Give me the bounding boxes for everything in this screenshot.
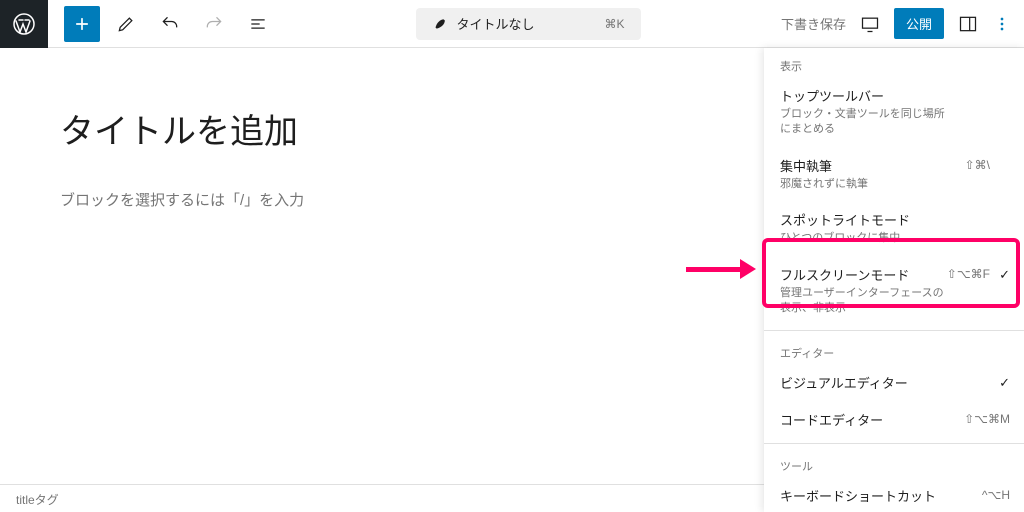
menu-divider (764, 443, 1024, 444)
menu-section-tools: ツール (764, 448, 1024, 478)
add-block-button[interactable] (64, 6, 100, 42)
menu-item-visual-editor[interactable]: ビジュアルエディター ✓ (764, 365, 1024, 402)
undo-button[interactable] (152, 6, 188, 42)
wordpress-logo[interactable] (0, 0, 48, 48)
menu-item-focus-mode[interactable]: 集中執筆 邪魔されずに執筆 ⇧⌘\ (764, 148, 1024, 202)
menu-item-fullscreen-mode[interactable]: フルスクリーンモード 管理ユーザーインターフェースの表示、非表示 ⇧⌥⌘F ✓ (764, 257, 1024, 327)
menu-item-top-toolbar[interactable]: トップツールバー ブロック・文書ツールを同じ場所にまとめる (764, 78, 1024, 148)
sidebar-icon (958, 14, 978, 34)
breadcrumb-item[interactable]: titleタグ (16, 493, 59, 507)
publish-button[interactable]: 公開 (894, 8, 944, 39)
menu-section-editor: エディター (764, 335, 1024, 365)
desktop-icon (860, 14, 880, 34)
document-title: タイトルなし (456, 14, 534, 33)
pencil-icon (116, 14, 136, 34)
preview-button[interactable] (860, 14, 880, 34)
menu-item-spotlight-mode[interactable]: スポットライトモード ひとつのブロックに集中 (764, 202, 1024, 256)
redo-button[interactable] (196, 6, 232, 42)
annotation-arrow (686, 262, 756, 276)
menu-item-code-editor[interactable]: コードエディター ⇧⌥⌘M (764, 402, 1024, 439)
check-icon: ✓ (999, 267, 1010, 283)
save-draft-button[interactable]: 下書き保存 (781, 14, 846, 33)
kebab-icon (992, 14, 1012, 34)
document-title-bar[interactable]: タイトルなし ⌘K (416, 8, 640, 40)
plus-icon (72, 14, 92, 34)
edit-mode-button[interactable] (108, 6, 144, 42)
list-icon (248, 14, 268, 34)
document-overview-button[interactable] (240, 6, 276, 42)
options-menu-button[interactable] (992, 14, 1012, 34)
menu-divider (764, 330, 1024, 331)
command-shortcut: ⌘K (604, 17, 624, 31)
undo-icon (160, 14, 180, 34)
menu-section-view: 表示 (764, 48, 1024, 78)
feather-icon (432, 17, 446, 31)
menu-item-keyboard-shortcuts[interactable]: キーボードショートカット ^⌥H (764, 478, 1024, 512)
wordpress-icon (12, 12, 36, 36)
check-icon: ✓ (999, 375, 1010, 391)
options-dropdown-menu: 表示 トップツールバー ブロック・文書ツールを同じ場所にまとめる 集中執筆 邪魔… (764, 48, 1024, 512)
settings-panel-button[interactable] (958, 14, 978, 34)
redo-icon (204, 14, 224, 34)
top-toolbar: タイトルなし ⌘K 下書き保存 公開 (0, 0, 1024, 48)
